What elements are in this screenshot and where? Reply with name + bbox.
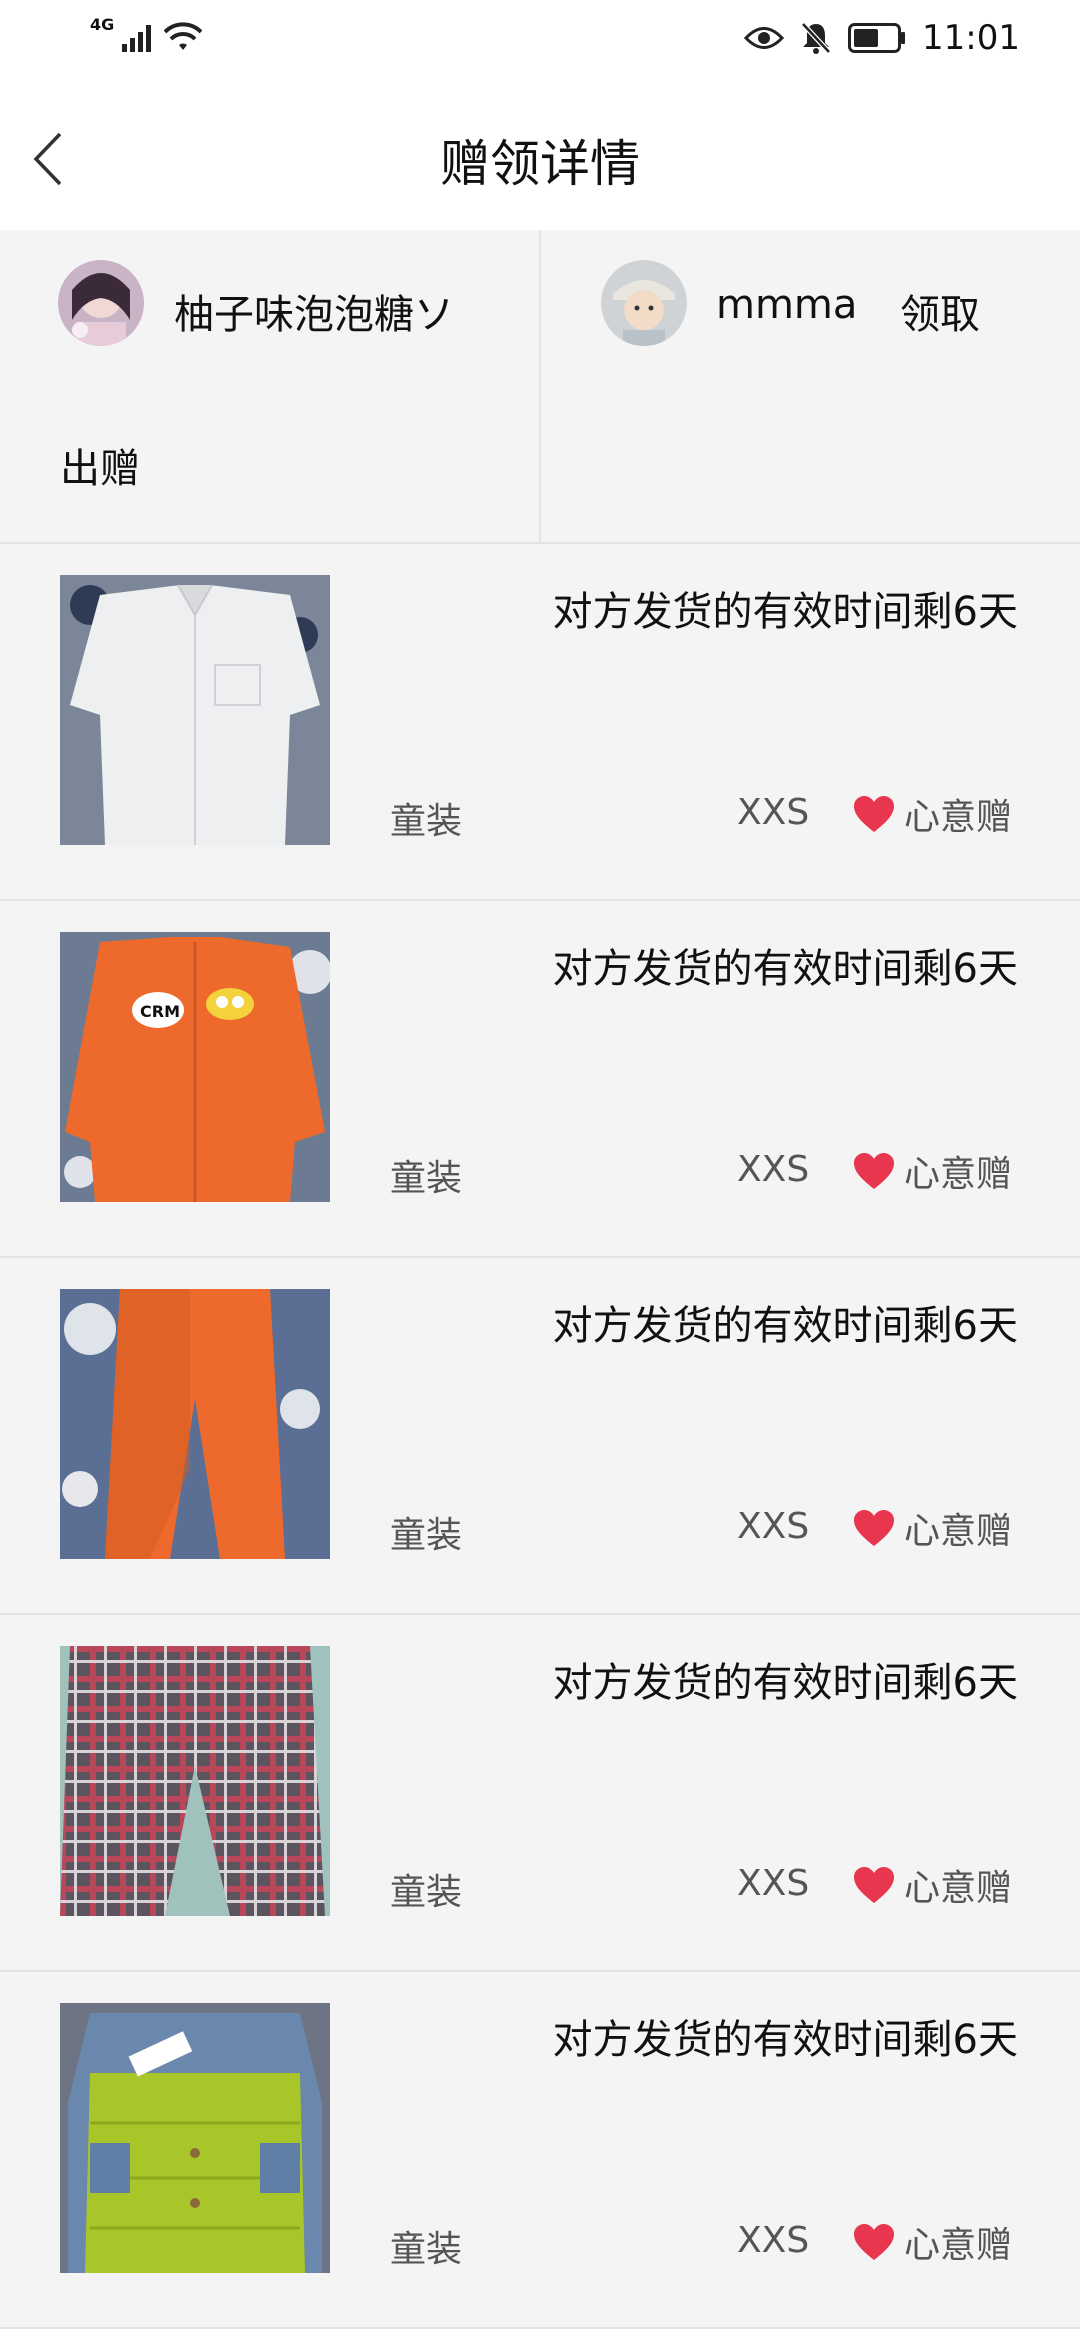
item-tag-label: 心意赠 — [904, 1511, 1013, 1552]
status-bar: 4G 11:01 — [0, 0, 1080, 84]
heart-icon — [854, 1510, 894, 1546]
list-item[interactable]: 对方发货的有效时间剩6天 童装 XXS 心意赠 — [0, 1972, 1080, 2329]
item-category: 童装 — [390, 801, 463, 842]
heart-icon — [854, 2224, 894, 2260]
giver-name: 柚子味泡泡糖ソ — [174, 292, 454, 338]
item-tag-label: 心意赠 — [904, 1868, 1013, 1909]
bell-off-icon — [801, 22, 831, 54]
giver-role: 出赠 — [60, 446, 140, 492]
user-divider — [539, 230, 541, 542]
item-deadline: 对方发货的有效时间剩6天 — [552, 589, 1018, 635]
item-tag-label: 心意赠 — [904, 1154, 1013, 1195]
item-tag: 心意赠 — [852, 1502, 1012, 1554]
item-photo-white-shirt — [60, 575, 330, 845]
list-item[interactable]: 对方发货的有效时间剩6天 童装 XXS 心意赠 — [0, 1615, 1080, 1972]
heart-icon — [854, 1867, 894, 1903]
item-category: 童装 — [390, 2229, 463, 2270]
item-deadline: 对方发货的有效时间剩6天 — [552, 1660, 1018, 1706]
eye-icon — [744, 27, 785, 49]
item-list: 对方发货的有效时间剩6天 童装 XXS 心意赠 CRM 对方发货的有效时间剩6天… — [0, 544, 1080, 2329]
network-type: 4G — [90, 15, 115, 34]
svg-text:CRM: CRM — [140, 1002, 180, 1021]
item-tag-label: 心意赠 — [904, 797, 1013, 838]
item-deadline: 对方发货的有效时间剩6天 — [552, 946, 1018, 992]
item-photo-orange-jacket: CRM — [60, 932, 330, 1202]
status-right: 11:01 — [744, 18, 1020, 58]
list-item[interactable]: CRM 对方发货的有效时间剩6天 童装 XXS 心意赠 — [0, 901, 1080, 1258]
item-photo-denim-puffer-jacket — [60, 2003, 330, 2273]
user-panel: 柚子味泡泡糖ソ 出赠 mmma 领取 — [0, 230, 1080, 544]
item-photo-orange-pants — [60, 1289, 330, 1559]
battery-icon — [848, 23, 906, 53]
receiver-name: mmma — [716, 282, 858, 328]
receiver-avatar[interactable] — [601, 260, 687, 346]
item-tag: 心意赠 — [852, 2216, 1012, 2268]
item-size: XXS — [737, 1506, 810, 1547]
page-title: 赠领详情 — [440, 135, 640, 193]
nav-bar: 赠领详情 — [0, 84, 1080, 230]
item-category: 童装 — [390, 1515, 463, 1556]
item-deadline: 对方发货的有效时间剩6天 — [552, 1303, 1018, 1349]
item-category: 童装 — [390, 1872, 463, 1913]
heart-icon — [854, 1153, 894, 1189]
item-tag: 心意赠 — [852, 1859, 1012, 1911]
item-tag-label: 心意赠 — [904, 2225, 1013, 2266]
item-deadline: 对方发货的有效时间剩6天 — [552, 2017, 1018, 2063]
item-tag: 心意赠 — [852, 1145, 1012, 1197]
item-tag: 心意赠 — [852, 788, 1012, 840]
list-item[interactable]: 对方发货的有效时间剩6天 童装 XXS 心意赠 — [0, 544, 1080, 901]
item-size: XXS — [737, 792, 810, 833]
item-size: XXS — [737, 1149, 810, 1190]
heart-icon — [854, 796, 894, 832]
item-size: XXS — [737, 2220, 810, 2261]
item-photo-plaid-pants — [60, 1646, 330, 1916]
item-category: 童装 — [390, 1158, 463, 1199]
giver-avatar[interactable] — [58, 260, 144, 346]
signal-icon — [122, 25, 152, 52]
wifi-icon — [164, 22, 203, 50]
list-item[interactable]: 对方发货的有效时间剩6天 童装 XXS 心意赠 — [0, 1258, 1080, 1615]
status-left: 4G — [90, 15, 203, 52]
status-time: 11:01 — [922, 18, 1020, 58]
item-size: XXS — [737, 1863, 810, 1904]
receiver-role: 领取 — [900, 292, 980, 338]
